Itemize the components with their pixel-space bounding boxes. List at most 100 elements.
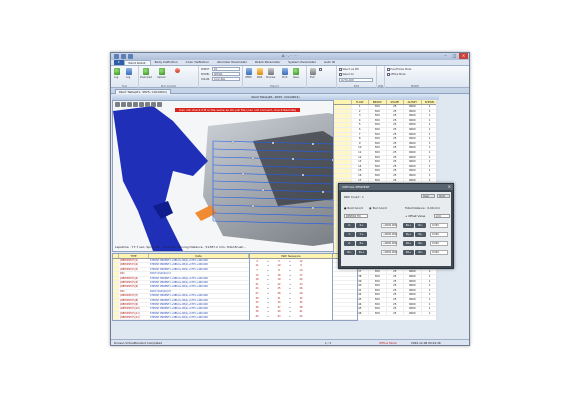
color-label: COLOR	[201, 78, 210, 81]
tab-body-definition[interactable]: Body Definition	[151, 60, 182, 65]
jog-x-minus-button[interactable]: X-	[344, 223, 355, 228]
col-altset[interactable]: ALTSET	[404, 100, 422, 104]
jog-rz-minus-alt-button[interactable]: Rz-	[415, 250, 426, 255]
jog-rz-plus-button[interactable]: Rz+	[403, 241, 414, 246]
jog-rx-minus-button[interactable]: Rx-	[344, 250, 355, 255]
save-button-icon[interactable]	[293, 68, 299, 75]
jog-y-minus-button[interactable]: Y-	[344, 232, 355, 237]
close-icon[interactable]: ×	[459, 53, 468, 59]
view-iso-icon[interactable]	[145, 102, 150, 107]
fit-icon[interactable]	[157, 102, 162, 107]
jog-rz-minus-button[interactable]: Rz-	[415, 241, 426, 246]
jog-rx-plus-alt-button[interactable]: Rx+	[356, 250, 367, 255]
jog-z-minus-button[interactable]: Z-	[344, 241, 355, 246]
zoom-icon[interactable]	[151, 102, 156, 107]
path-count: Path Count : 1	[344, 195, 364, 199]
root-coord-radio[interactable]: ● Root Coord	[344, 206, 363, 210]
tool-coord-radio[interactable]: ◉ Tool Coord	[369, 206, 387, 210]
minimize-icon[interactable]: –	[441, 53, 450, 59]
jog-y-plus-button[interactable]: Y+	[356, 232, 367, 237]
offset-select[interactable]: jmm	[434, 214, 450, 218]
login-label: Log	[114, 76, 119, 79]
status-message: Doosan VirtualPendant Completed	[114, 341, 163, 345]
select-all-check[interactable]: Select All	[339, 73, 354, 76]
clear-button[interactable]: Clear	[421, 194, 435, 198]
upload-icon[interactable]	[159, 68, 165, 75]
document-tab[interactable]: Paint Table(R1, SP25, COLOR01)	[115, 89, 172, 94]
download-label: Download	[140, 76, 152, 79]
ribbon-group-tool: Log Log Tool	[111, 66, 139, 88]
r-value: +0000.000	[381, 250, 397, 255]
view-right-icon[interactable]	[133, 102, 138, 107]
logout-icon[interactable]	[126, 68, 132, 75]
follow-mode-check[interactable]: Pure/Follow Mode	[387, 68, 411, 71]
offset-label: + Offset Value	[405, 214, 426, 218]
jog-ry-plus-button[interactable]: Ry+	[403, 232, 414, 237]
tab-system-parameter[interactable]: System Parameter	[284, 60, 320, 65]
model-label: MODEL	[201, 73, 210, 76]
tab-paint-robot[interactable]: Paint Robot	[123, 60, 151, 65]
edit-value-field[interactable]: AUTO-ADD	[339, 78, 373, 82]
preview-icon[interactable]	[268, 68, 274, 75]
app-window: A · - · · · · – □ × ▾ Paint Robot Body D…	[110, 52, 470, 346]
jog-rx-plus-button[interactable]: Rx+	[403, 223, 414, 228]
ribbon-group-mode: Pure/Follow Mode Offline Mode MODE	[385, 66, 445, 88]
exit-icon[interactable]	[310, 68, 316, 75]
vpen-icon[interactable]	[246, 68, 252, 75]
view-top-icon[interactable]	[139, 102, 144, 107]
col-shape[interactable]: SHAPE	[387, 100, 404, 104]
stop-icon[interactable]	[175, 68, 180, 73]
joint-select[interactable]: JOINT(R1 T0)	[344, 214, 368, 218]
tab-file[interactable]: ▾	[114, 60, 124, 65]
col-type[interactable]: TYPE	[119, 254, 149, 258]
tab-atomizer-parameter[interactable]: Atomizer Parameter	[213, 60, 251, 65]
vpen-label: VPEN	[245, 76, 252, 79]
robot-arm	[113, 106, 208, 251]
col-flow[interactable]: FLOW	[352, 100, 369, 104]
col-data[interactable]: Data	[149, 254, 249, 258]
list-item[interactable]: 42 ← 43 ← 44	[250, 314, 332, 319]
download-icon[interactable]	[143, 68, 149, 75]
view-front-icon[interactable]	[115, 102, 120, 107]
close-icon[interactable]: ×	[448, 184, 451, 190]
select-check[interactable]	[319, 68, 323, 71]
ry-value: 0.000	[430, 232, 448, 237]
color-select[interactable]: Color-Bas	[212, 77, 240, 81]
undo-button[interactable]: Undo	[437, 194, 450, 198]
ribbon-group-export: VPEN Path Preview Print Save Export	[243, 66, 307, 88]
rz-alt-value: 0.000	[430, 250, 448, 255]
robot-select[interactable]: R1	[212, 67, 240, 71]
maximize-icon[interactable]: □	[450, 53, 459, 59]
select-via-pw-check[interactable]: Select via PW	[339, 68, 359, 71]
jog-rz-plus-alt-button[interactable]: Rz+	[403, 250, 414, 255]
tab-color-definition[interactable]: Color Definition	[182, 60, 213, 65]
page-indicator: 1 / 1	[325, 341, 332, 345]
viewport-stats: Lapstime : 77.7 sec, Spray On : 70.7 sec…	[115, 245, 247, 249]
robot-label: ROBOT	[201, 68, 210, 71]
viewport-toolbar	[115, 102, 162, 107]
path-sequence-panel[interactable]: Path Sequence 4 ← 5 ← 12 11 → 10 → 9 7 ← 8 ← 14 13 → 16 → 1…	[249, 253, 333, 321]
view-back-icon[interactable]	[121, 102, 126, 107]
ribbon-group-edit: Select via PW Select All AUTO-ADD Edit	[337, 66, 377, 88]
virtual-pendant-body: Path Count : 1 Clear Undo ● Root Coord ◉…	[341, 192, 451, 266]
model-select[interactable]: SEDAN	[212, 72, 240, 76]
path-icon[interactable]	[257, 68, 263, 75]
print-label: Print	[282, 76, 288, 79]
tab-robot-parameter[interactable]: Robot Parameter	[251, 60, 284, 65]
virtual-pendant-dialog: VIRTUAL PENDENT × Path Count : 1 Clear U…	[338, 183, 454, 269]
print-icon[interactable]	[282, 68, 288, 75]
upload-label: Upload	[157, 76, 166, 79]
jog-ry-minus-button[interactable]: Ry-	[415, 232, 426, 237]
tab-auto-id[interactable]: Auto ID	[320, 60, 339, 65]
col-brspd[interactable]: BRSPD	[369, 100, 387, 104]
jog-z-plus-button[interactable]: Z+	[356, 241, 367, 246]
offline-mode-check[interactable]: Offline Mode	[387, 73, 406, 76]
login-icon[interactable]	[114, 68, 120, 75]
view-left-icon[interactable]	[127, 102, 132, 107]
jog-x-plus-button[interactable]: X+	[356, 223, 367, 228]
jog-rx-alt-button[interactable]: Rx-	[415, 223, 426, 228]
x-value: +0000.000	[381, 223, 397, 228]
z-value: +0000.000	[381, 241, 397, 246]
rx-value: 0.000	[430, 223, 448, 228]
offline-indicator: Offline Mode	[379, 341, 397, 345]
